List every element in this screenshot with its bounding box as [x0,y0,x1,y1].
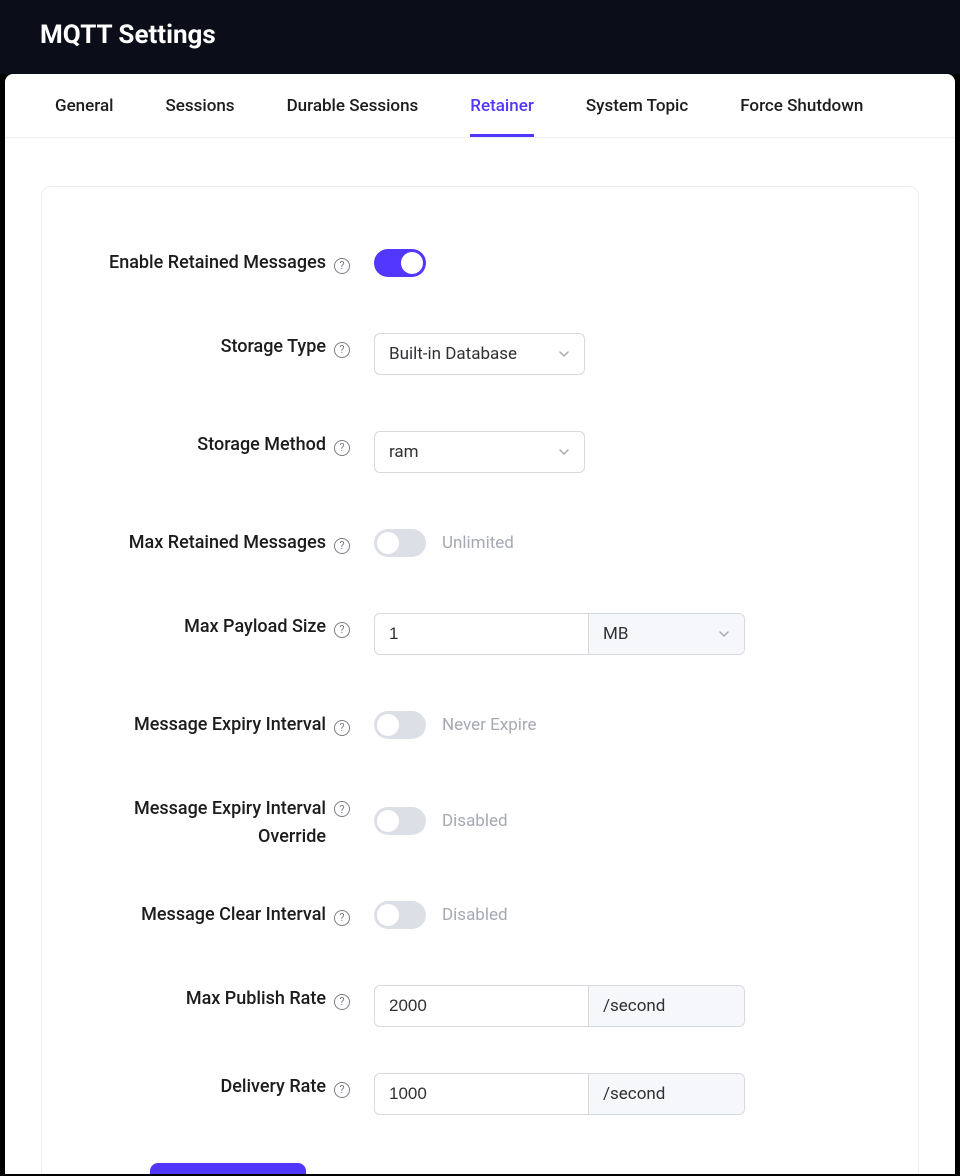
hint-expiry-override: Disabled [442,811,508,831]
label-max-payload: Max Payload Size [184,613,326,641]
input-group-max-payload: MB [374,613,745,655]
row-delivery-rate: Delivery Rate ? /second [72,1067,888,1115]
label-storage-method: Storage Method [197,431,326,459]
select-value: ram [389,442,419,462]
settings-panel: Enable Retained Messages ? Storage Type … [41,186,919,1174]
row-storage-type: Storage Type ? Built-in Database [72,327,888,375]
unit-value: MB [603,624,628,644]
row-enable-retained: Enable Retained Messages ? [72,243,888,277]
select-value: Built-in Database [389,344,517,364]
hint-clear-interval: Disabled [442,905,508,925]
toggle-max-retained[interactable] [374,529,426,557]
row-max-publish-rate: Max Publish Rate ? /second [72,979,888,1027]
select-storage-method[interactable]: ram [374,431,585,473]
input-max-payload[interactable] [375,614,588,654]
toggle-expiry-interval[interactable] [374,711,426,739]
chevron-down-icon [718,628,730,640]
unit-value: /second [603,1084,665,1104]
label-storage-type: Storage Type [221,333,326,361]
toggle-enable-retained[interactable] [374,249,426,277]
tab-system-topic[interactable]: System Topic [586,74,688,137]
help-icon[interactable]: ? [334,910,350,926]
help-icon[interactable]: ? [334,538,350,554]
row-expiry-override: Message Expiry Interval Override ? Disab… [72,789,888,851]
row-max-payload: Max Payload Size ? MB [72,607,888,655]
label-expiry-override: Message Expiry Interval Override [72,795,326,851]
unit-delivery-rate: /second [588,1074,744,1114]
label-enable-retained: Enable Retained Messages [109,249,326,277]
tab-sessions[interactable]: Sessions [165,74,234,137]
help-icon[interactable]: ? [334,801,350,817]
tab-general[interactable]: General [55,74,113,137]
chevron-down-icon [558,446,570,458]
label-expiry-interval: Message Expiry Interval [134,711,326,739]
help-icon[interactable]: ? [334,258,350,274]
tab-force-shutdown[interactable]: Force Shutdown [740,74,863,137]
tab-retainer[interactable]: Retainer [470,74,534,137]
input-max-publish-rate[interactable] [375,986,588,1026]
tabs: General Sessions Durable Sessions Retain… [5,74,955,138]
hint-max-retained: Unlimited [442,533,514,553]
label-delivery-rate: Delivery Rate [220,1073,326,1101]
input-group-delivery-rate: /second [374,1073,745,1115]
unit-max-publish-rate: /second [588,986,744,1026]
actions-row: Save Changes [72,1163,888,1174]
page-title: MQTT Settings [40,20,920,50]
chevron-down-icon [558,348,570,360]
tab-durable-sessions[interactable]: Durable Sessions [287,74,419,137]
help-icon[interactable]: ? [334,440,350,456]
help-icon[interactable]: ? [334,720,350,736]
help-icon[interactable]: ? [334,622,350,638]
row-clear-interval: Message Clear Interval ? Disabled [72,895,888,929]
label-max-retained: Max Retained Messages [129,529,326,557]
input-group-max-publish-rate: /second [374,985,745,1027]
row-expiry-interval: Message Expiry Interval ? Never Expire [72,705,888,739]
row-max-retained: Max Retained Messages ? Unlimited [72,523,888,557]
label-max-publish-rate: Max Publish Rate [186,985,326,1013]
help-icon[interactable]: ? [334,994,350,1010]
label-clear-interval: Message Clear Interval [141,901,326,929]
toggle-clear-interval[interactable] [374,901,426,929]
select-storage-type[interactable]: Built-in Database [374,333,585,375]
input-delivery-rate[interactable] [375,1074,588,1114]
hint-expiry-interval: Never Expire [442,715,537,735]
unit-select-max-payload[interactable]: MB [588,614,744,654]
save-button[interactable]: Save Changes [150,1163,306,1174]
unit-value: /second [603,996,665,1016]
row-storage-method: Storage Method ? ram [72,425,888,473]
page-header: MQTT Settings [0,0,960,74]
toggle-expiry-override[interactable] [374,807,426,835]
content: General Sessions Durable Sessions Retain… [5,74,955,1174]
help-icon[interactable]: ? [334,1082,350,1098]
help-icon[interactable]: ? [334,342,350,358]
